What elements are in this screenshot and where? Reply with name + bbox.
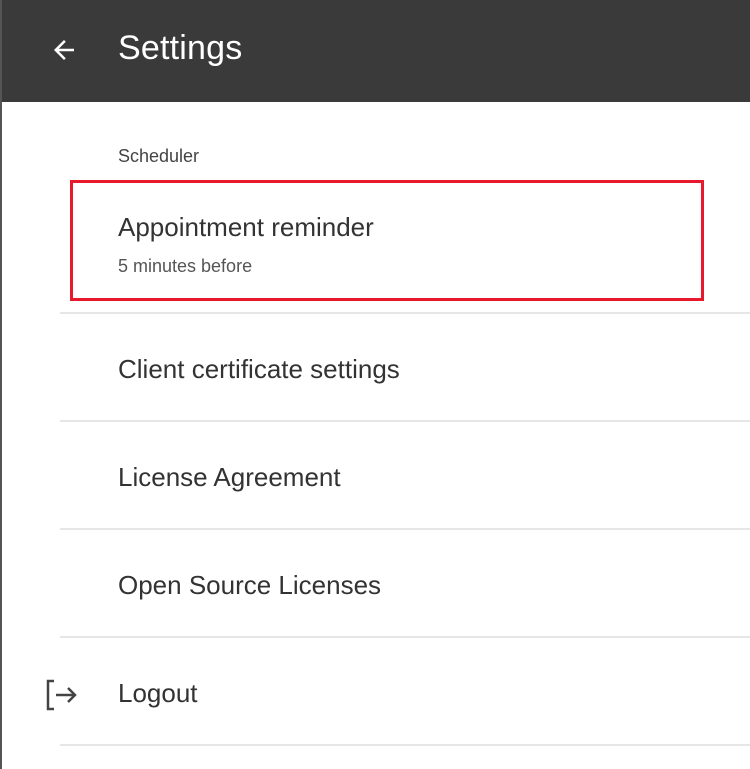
- logout-label: Logout: [118, 678, 198, 708]
- logout-item[interactable]: Logout: [2, 638, 750, 744]
- arrow-left-icon: [54, 40, 74, 60]
- appointment-reminder-item[interactable]: Appointment reminder 5 minutes before: [2, 180, 750, 301]
- license-agreement-item[interactable]: License Agreement: [2, 422, 750, 528]
- app-bar: Settings: [2, 0, 750, 102]
- divider: [60, 744, 750, 746]
- client-certificate-settings-item[interactable]: Client certificate settings: [2, 314, 750, 420]
- page-title: Settings: [118, 29, 243, 67]
- section-header-scheduler: Scheduler: [118, 146, 200, 166]
- back-button[interactable]: [42, 28, 86, 72]
- logout-icon: [46, 679, 77, 711]
- open-source-licenses-label: Open Source Licenses: [118, 570, 382, 600]
- appointment-reminder-subtitle: 5 minutes before: [118, 256, 253, 276]
- appointment-reminder-title: Appointment reminder: [118, 212, 374, 242]
- open-source-licenses-item[interactable]: Open Source Licenses: [2, 530, 750, 636]
- settings-screen: Settings Scheduler Appointment reminder …: [0, 0, 750, 769]
- client-certificate-settings-label: Client certificate settings: [118, 354, 400, 384]
- license-agreement-label: License Agreement: [118, 462, 341, 492]
